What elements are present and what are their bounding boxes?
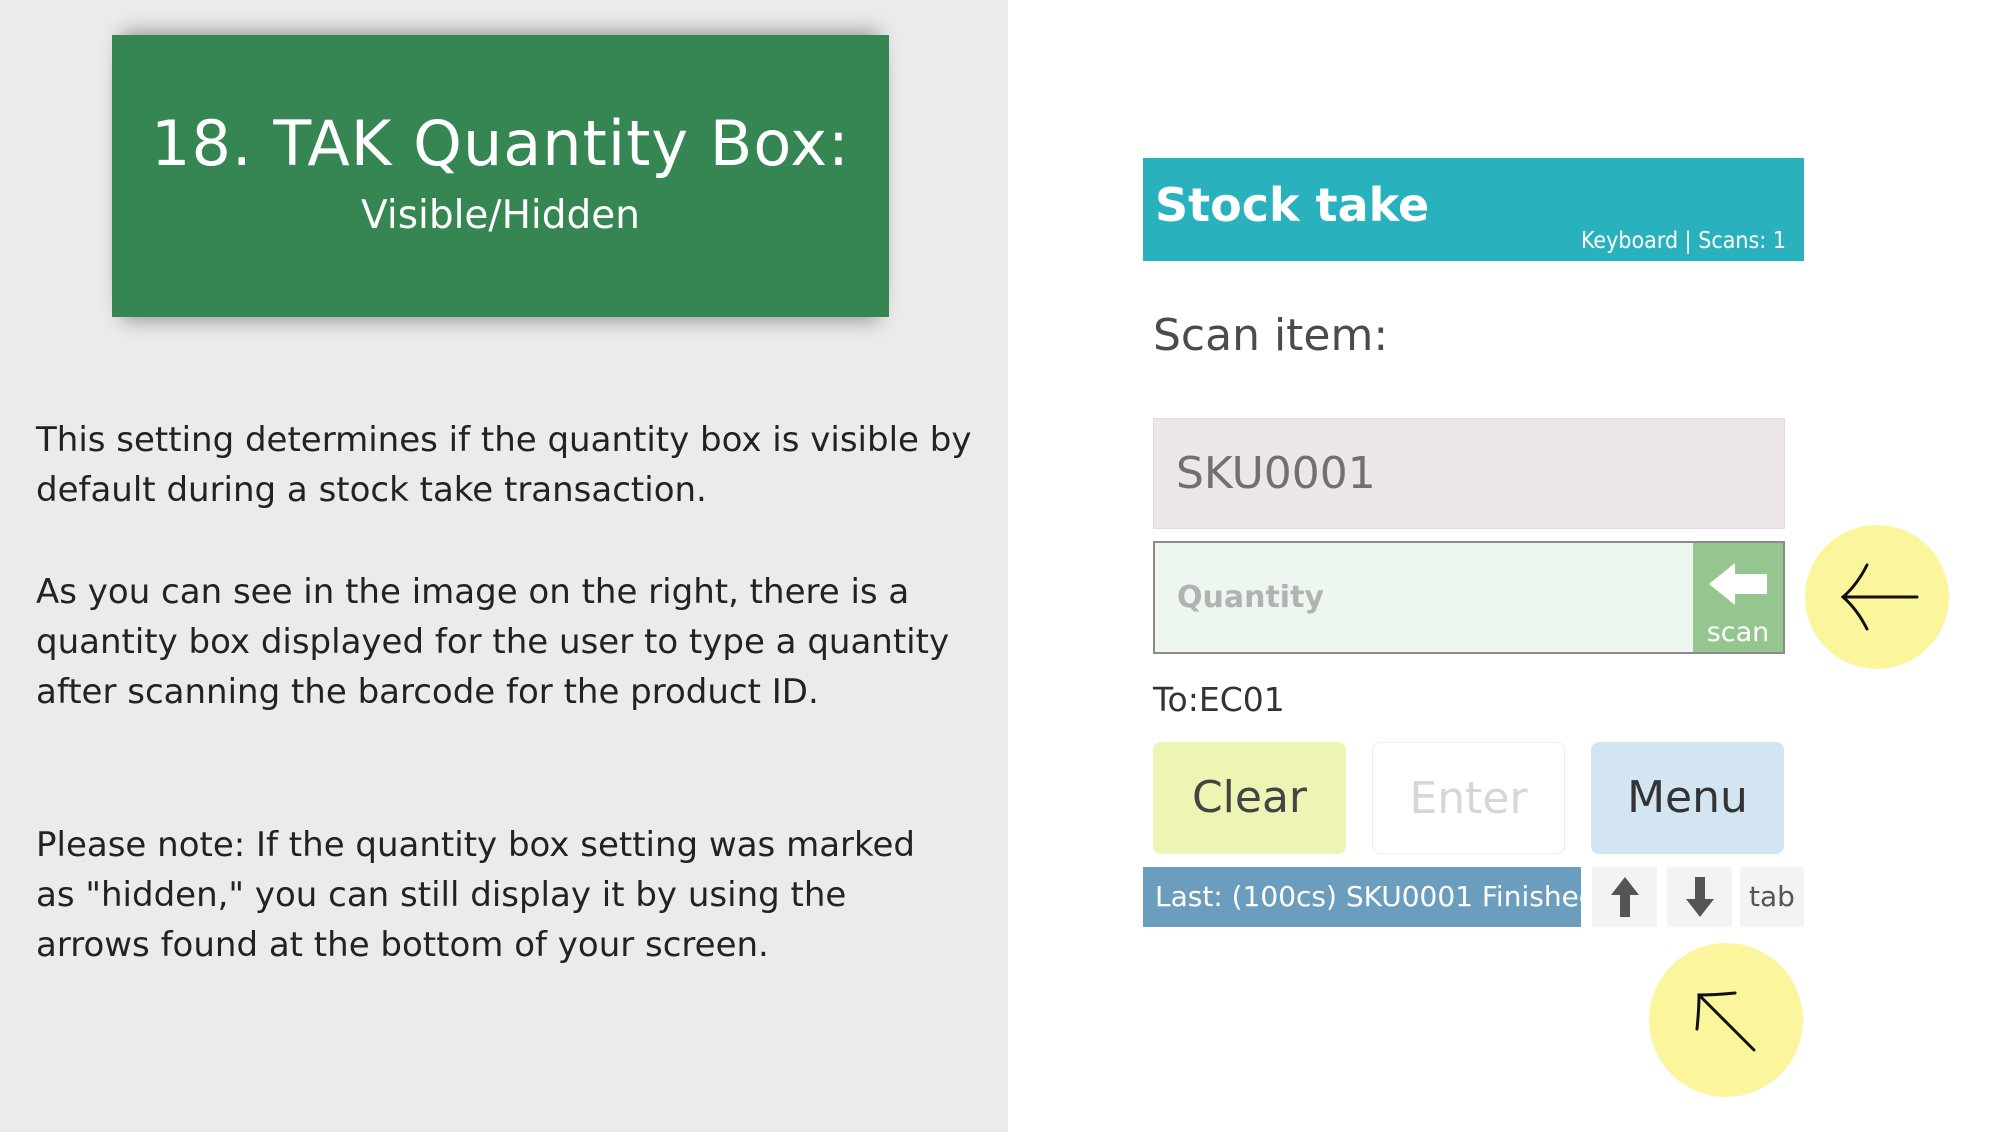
destination-label: To:EC01 — [1153, 680, 1285, 719]
scan-button-label: scan — [1706, 617, 1770, 648]
paragraph-image-explanation: As you can see in the image on the right… — [36, 572, 950, 712]
title-banner: 18. TAK Quantity Box: Visible/Hidden — [112, 35, 889, 317]
quantity-input[interactable] — [1155, 543, 1695, 652]
status-indicator: Keyboard | Scans: 1 — [1580, 228, 1786, 254]
tab-button[interactable]: tab — [1740, 867, 1804, 927]
slide-title: 18. TAK Quantity Box: — [151, 107, 850, 180]
callout-quantity — [1805, 525, 1949, 669]
slide-subtitle: Visible/Hidden — [361, 193, 640, 238]
quantity-row: scan — [1153, 541, 1785, 654]
nav-down-button[interactable] — [1667, 867, 1732, 927]
app-title: Stock take — [1155, 178, 1430, 232]
arrow-up-icon — [1611, 877, 1639, 917]
scan-item-label: Scan item: — [1153, 310, 1389, 361]
paragraph-note: Please note: If the quantity box setting… — [36, 825, 915, 965]
arrow-down-icon — [1686, 877, 1714, 917]
arrow-left-icon — [1709, 563, 1767, 605]
arrow-left-icon — [1840, 563, 1919, 631]
clear-button[interactable]: Clear — [1153, 742, 1346, 854]
last-scan-bar: Last: (100cs) SKU0001 Finished — [1143, 867, 1581, 927]
menu-button[interactable]: Menu — [1591, 742, 1784, 854]
callout-nav-arrows — [1649, 943, 1803, 1097]
sku-input[interactable] — [1153, 418, 1785, 529]
enter-button[interactable]: Enter — [1372, 742, 1565, 854]
app-header: Stock take Keyboard | Scans: 1 — [1143, 158, 1804, 261]
scan-button[interactable]: scan — [1693, 543, 1783, 652]
instruction-panel: 18. TAK Quantity Box: Visible/Hidden Thi… — [0, 0, 1008, 1132]
arrow-up-left-icon — [1695, 991, 1756, 1052]
nav-up-button[interactable] — [1592, 867, 1657, 927]
paragraph-setting-description: This setting determines if the quantity … — [36, 420, 972, 510]
